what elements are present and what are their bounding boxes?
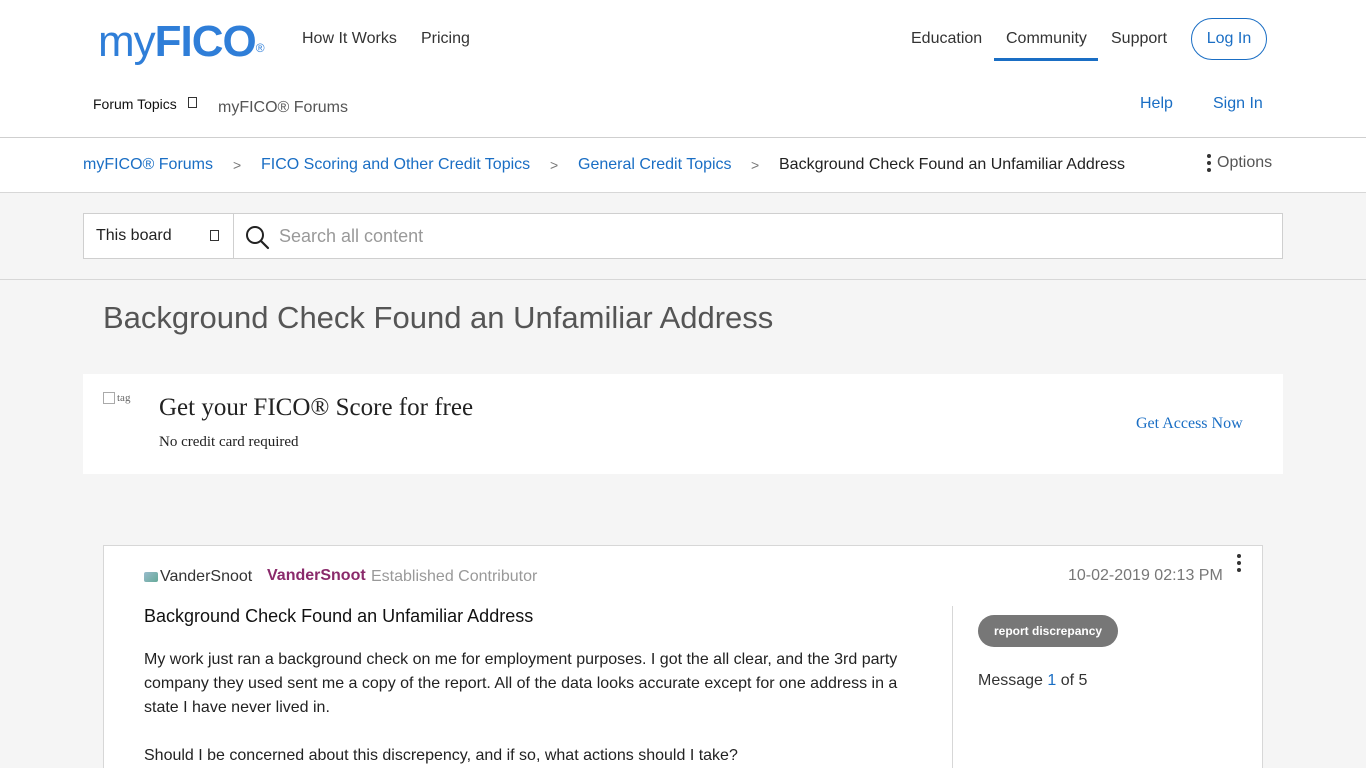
author-rank: Established Contributor — [371, 568, 538, 585]
breadcrumb-separator: > — [751, 157, 760, 173]
divider — [0, 279, 1366, 280]
promo-banner: tag Get your FICO® Score for free No cre… — [83, 374, 1283, 474]
search-scope-label: This board — [96, 227, 172, 244]
nav-education[interactable]: Education — [911, 30, 982, 48]
author-link[interactable]: VanderSnoot — [267, 567, 366, 585]
top-header: myFICO® How It Works Pricing Education C… — [0, 0, 1366, 138]
breadcrumb-separator: > — [550, 157, 559, 173]
post-paragraph: Should I be concerned about this discrep… — [144, 747, 738, 764]
post-subject: Background Check Found an Unfamiliar Add… — [144, 606, 534, 626]
search-bar: This board — [83, 213, 1283, 259]
breadcrumb-separator: > — [233, 157, 242, 173]
breadcrumb-fico-scoring[interactable]: FICO Scoring and Other Credit Topics — [261, 156, 530, 174]
options-menu[interactable]: Options — [1207, 154, 1272, 172]
forum-post: VanderSnoot VanderSnoot Established Cont… — [103, 545, 1263, 768]
nav-pricing[interactable]: Pricing — [421, 30, 470, 48]
login-button[interactable]: Log In — [1191, 18, 1267, 60]
promo-subtitle: No credit card required — [159, 434, 299, 450]
chevron-down-icon — [210, 230, 219, 241]
search-icon[interactable] — [244, 224, 270, 250]
active-nav-indicator — [994, 58, 1098, 61]
forum-topics-menu[interactable]: Forum Topics — [93, 96, 177, 112]
sign-in-link[interactable]: Sign In — [1213, 95, 1263, 113]
avatar-alt: VanderSnoot — [160, 568, 253, 585]
message-counter: Message 1 of 5 — [978, 672, 1088, 689]
breadcrumb-forums[interactable]: myFICO® Forums — [83, 156, 213, 174]
breadcrumb-general-credit[interactable]: General Credit Topics — [578, 156, 732, 174]
nav-how-it-works[interactable]: How It Works — [302, 30, 397, 48]
post-options-icon[interactable] — [1237, 554, 1241, 572]
breadcrumb-current: Background Check Found an Unfamiliar Add… — [779, 156, 1125, 173]
promo-title: Get your FICO® Score for free — [159, 394, 474, 421]
tag-badge[interactable]: report discrepancy — [978, 615, 1119, 647]
search-input[interactable] — [279, 214, 1279, 258]
kebab-icon — [1207, 154, 1211, 172]
post-paragraph: My work just ran a background check on m… — [144, 651, 898, 716]
options-label: Options — [1217, 154, 1273, 171]
tag-image: tag — [103, 392, 130, 405]
help-link[interactable]: Help — [1140, 95, 1173, 113]
logo-reg: ® — [255, 41, 265, 55]
myfico-logo[interactable]: myFICO® — [98, 20, 265, 68]
forums-home-link[interactable]: myFICO® Forums — [218, 99, 348, 117]
page-title: Background Check Found an Unfamiliar Add… — [103, 300, 774, 335]
chevron-down-icon[interactable] — [188, 97, 197, 108]
search-scope-select[interactable]: This board — [84, 214, 234, 258]
logo-fico: FICO — [154, 17, 257, 66]
breadcrumb: myFICO® Forums > FICO Scoring and Other … — [0, 139, 1366, 193]
nav-community[interactable]: Community — [1006, 30, 1087, 48]
post-timestamp: 10-02-2019 02:13 PM — [1068, 567, 1223, 584]
nav-support[interactable]: Support — [1111, 30, 1167, 48]
sidebar-divider — [952, 606, 953, 768]
logo-my: my — [98, 17, 156, 66]
message-number-link[interactable]: 1 — [1047, 672, 1056, 689]
post-body: My work just ran a background check on m… — [144, 648, 914, 768]
get-access-link[interactable]: Get Access Now — [1136, 415, 1243, 433]
avatar-image — [144, 572, 158, 582]
avatar[interactable]: VanderSnoot — [144, 568, 252, 586]
